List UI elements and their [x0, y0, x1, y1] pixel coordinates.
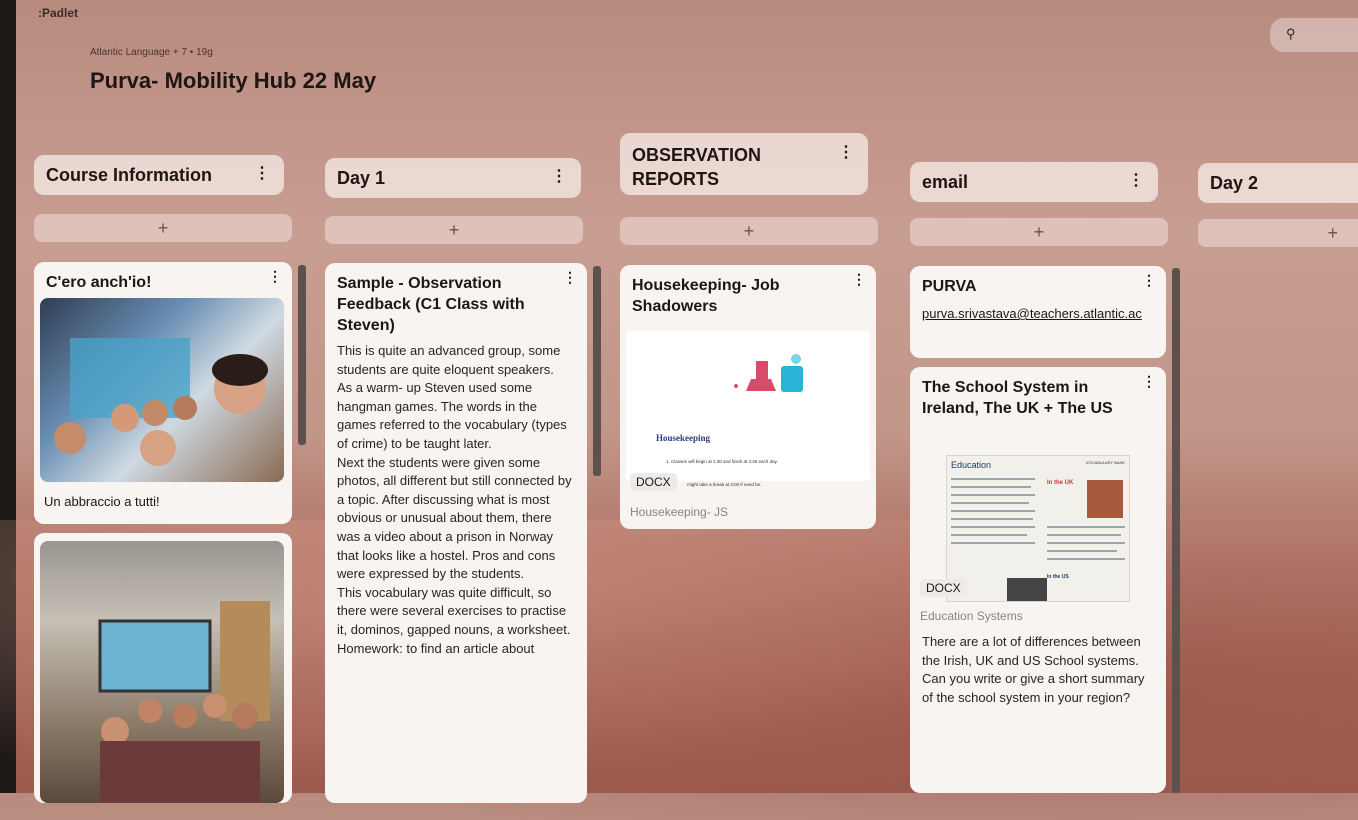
docx-badge: DOCX: [630, 473, 677, 491]
post-card-observation-feedback[interactable]: Sample - Observation Feedback (C1 Class …: [325, 263, 587, 803]
more-options-icon[interactable]: ⋮: [838, 141, 854, 165]
column-title: Course Information: [46, 165, 213, 185]
column-header-course-information[interactable]: Course Information ⋮: [34, 155, 284, 195]
post-card-purva[interactable]: PURVA ⋮ purva.srivastava@teachers.atlant…: [910, 266, 1166, 358]
group-photo[interactable]: [40, 298, 284, 482]
more-options-icon[interactable]: ⋮: [852, 271, 866, 288]
classroom-photo[interactable]: [40, 541, 284, 803]
column-title: OBSERVATION REPORTS: [632, 145, 762, 189]
board-meta: Atlantic Language + 7 • 19g: [90, 47, 213, 58]
more-options-icon[interactable]: ⋮: [1142, 272, 1156, 289]
post-card-school-system[interactable]: The School System in Ireland, The UK + T…: [910, 367, 1166, 793]
add-post-button[interactable]: +: [620, 217, 878, 245]
post-caption: Un abbraccio a tutti!: [44, 494, 160, 509]
file-row: DOCX: [920, 579, 967, 597]
column-header-day1[interactable]: Day 1 ⋮: [325, 158, 581, 198]
doc-page-content: [951, 478, 1125, 601]
search-icon: ⚲: [1286, 26, 1296, 41]
column-title: Day 2: [1210, 173, 1259, 193]
add-post-button[interactable]: +: [1198, 219, 1358, 247]
column-header-email[interactable]: email ⋮: [910, 162, 1158, 202]
column-scrollbar[interactable]: [1172, 268, 1180, 793]
post-title: Sample - Observation Feedback (C1 Class …: [337, 275, 525, 334]
file-name[interactable]: Education Systems: [920, 609, 1023, 623]
more-options-icon[interactable]: ⋮: [1142, 373, 1156, 390]
column-scrollbar[interactable]: [593, 266, 601, 476]
more-options-icon[interactable]: ⋮: [551, 166, 567, 186]
column-title: Day 1: [337, 168, 386, 188]
doc-subheading: In the UK: [1047, 480, 1074, 486]
doc-subheading: In the US: [1047, 574, 1069, 580]
column-title: email: [922, 172, 969, 192]
more-options-icon[interactable]: ⋮: [268, 268, 282, 285]
file-row: DOCX might take a break at 3:00 if need …: [630, 473, 761, 491]
search-button[interactable]: ⚲: [1270, 18, 1358, 52]
column-header-observation-reports[interactable]: OBSERVATION REPORTS ⋮: [620, 133, 868, 195]
post-title: C'ero anch'io!: [46, 274, 152, 291]
email-link[interactable]: purva.srivastava@teachers.atlantic.ac: [922, 305, 1154, 323]
app-logo[interactable]: :Padlet: [38, 6, 78, 20]
column-header-day2[interactable]: Day 2: [1198, 163, 1358, 203]
post-card-cero[interactable]: C'ero anch'io! ⋮ Un abbraccio a tutti!: [34, 262, 292, 524]
post-card-housekeeping[interactable]: Housekeeping- Job Shadowers ⋮ Housekeepi…: [620, 265, 876, 529]
post-title: PURVA: [922, 278, 977, 295]
doc-tag: VOCABULARY BANK: [1085, 460, 1125, 465]
doc-heading: Housekeeping: [656, 433, 711, 443]
doc-line: 1. Classes will begin at 1:30 and finish…: [666, 459, 778, 464]
add-post-button[interactable]: +: [325, 216, 583, 244]
post-title: The School System in Ireland, The UK + T…: [922, 379, 1113, 417]
add-post-button[interactable]: +: [910, 218, 1168, 246]
more-options-icon[interactable]: ⋮: [254, 163, 270, 183]
post-card-photo[interactable]: ⋮: [34, 533, 292, 803]
more-options-icon[interactable]: ⋮: [563, 269, 577, 286]
page-title: Purva- Mobility Hub 22 May: [90, 68, 377, 93]
document-preview[interactable]: Housekeeping 1. Classes will begin at 1:…: [626, 331, 870, 481]
add-post-button[interactable]: +: [34, 214, 292, 242]
document-preview[interactable]: Education VOCABULARY BANK In the UK In t…: [946, 455, 1130, 602]
file-name[interactable]: Housekeeping- JS: [630, 505, 728, 519]
post-body: This is quite an advanced group, some st…: [337, 343, 572, 656]
more-options-icon[interactable]: ⋮: [1128, 170, 1144, 190]
doc-line: might take a break at 3:00 if need be.: [687, 482, 762, 487]
column-scrollbar[interactable]: [298, 265, 306, 445]
docx-badge: DOCX: [920, 579, 967, 597]
post-body: There are a lot of differences between t…: [922, 634, 1145, 705]
post-title: Housekeeping- Job Shadowers: [632, 277, 780, 315]
add-icon: +: [1327, 223, 1338, 243]
cleaning-icon: [734, 354, 803, 392]
doc-heading: Education: [951, 460, 992, 470]
